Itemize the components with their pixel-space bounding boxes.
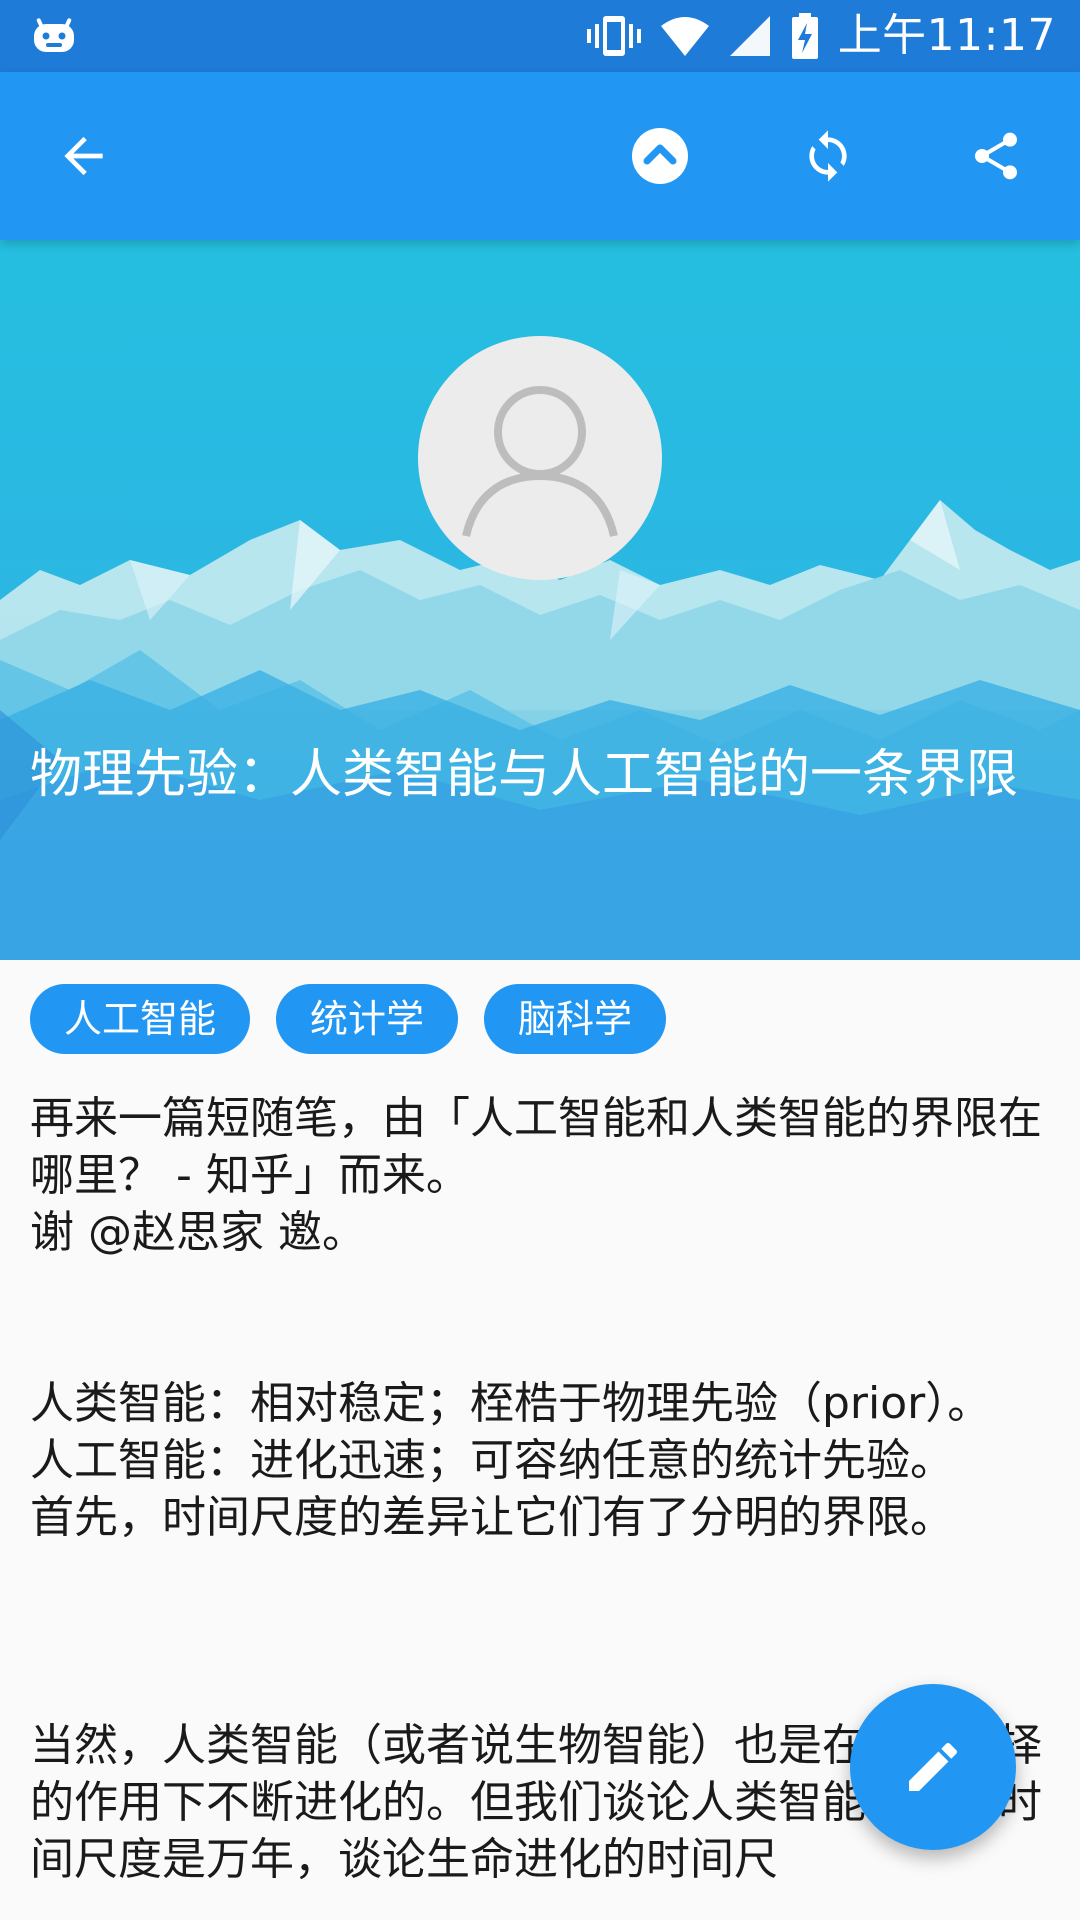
edit-fab-button[interactable] — [850, 1684, 1016, 1850]
article-title: 物理先验：人类智能与人工智能的一条界限 — [30, 745, 1019, 805]
author-avatar[interactable] — [418, 336, 662, 580]
share-icon — [975, 132, 1017, 180]
share-button[interactable] — [954, 114, 1038, 198]
vibrate-icon — [586, 16, 641, 56]
paragraph: 再来一篇短随笔，由「人工智能和人类智能的界限在哪里？ - 知乎」而来。 谢 @赵… — [30, 1093, 1042, 1258]
edit-pencil-icon — [909, 1743, 957, 1791]
paragraph: 人类智能：相对稳定；桎梏于物理先验（prior）。 人工智能：进化迅速；可容纳任… — [30, 1378, 992, 1543]
tag-chip[interactable]: 脑科学 — [484, 984, 667, 1054]
status-bar: 上午11:17 — [0, 0, 1080, 72]
back-button[interactable] — [42, 114, 126, 198]
status-icons: 上午11:17 — [586, 0, 1056, 72]
status-time: 上午11:17 — [837, 10, 1056, 61]
refresh-button[interactable] — [786, 114, 870, 198]
screen: 上午11:17 物理先验：人类智能与人工智能的一条界限 人工智能 统计学 脑科学… — [0, 0, 1080, 1920]
person-placeholder-icon — [462, 386, 618, 537]
tag-list: 人工智能 统计学 脑科学 — [30, 984, 667, 1054]
tag-chip[interactable]: 统计学 — [276, 984, 459, 1054]
hero-banner: 物理先验：人类智能与人工智能的一条界限 — [0, 240, 1080, 960]
battery-charging-icon — [791, 13, 818, 59]
chevron-up-icon — [632, 128, 688, 184]
signal-icon — [729, 16, 770, 56]
scroll-to-top-button[interactable] — [618, 114, 702, 198]
app-bar — [0, 72, 1080, 240]
tag-chip[interactable]: 人工智能 — [30, 984, 251, 1054]
arrow-back-icon — [64, 136, 103, 176]
refresh-icon — [809, 130, 847, 182]
android-debug-icon — [34, 18, 74, 52]
wifi-icon — [660, 17, 709, 56]
